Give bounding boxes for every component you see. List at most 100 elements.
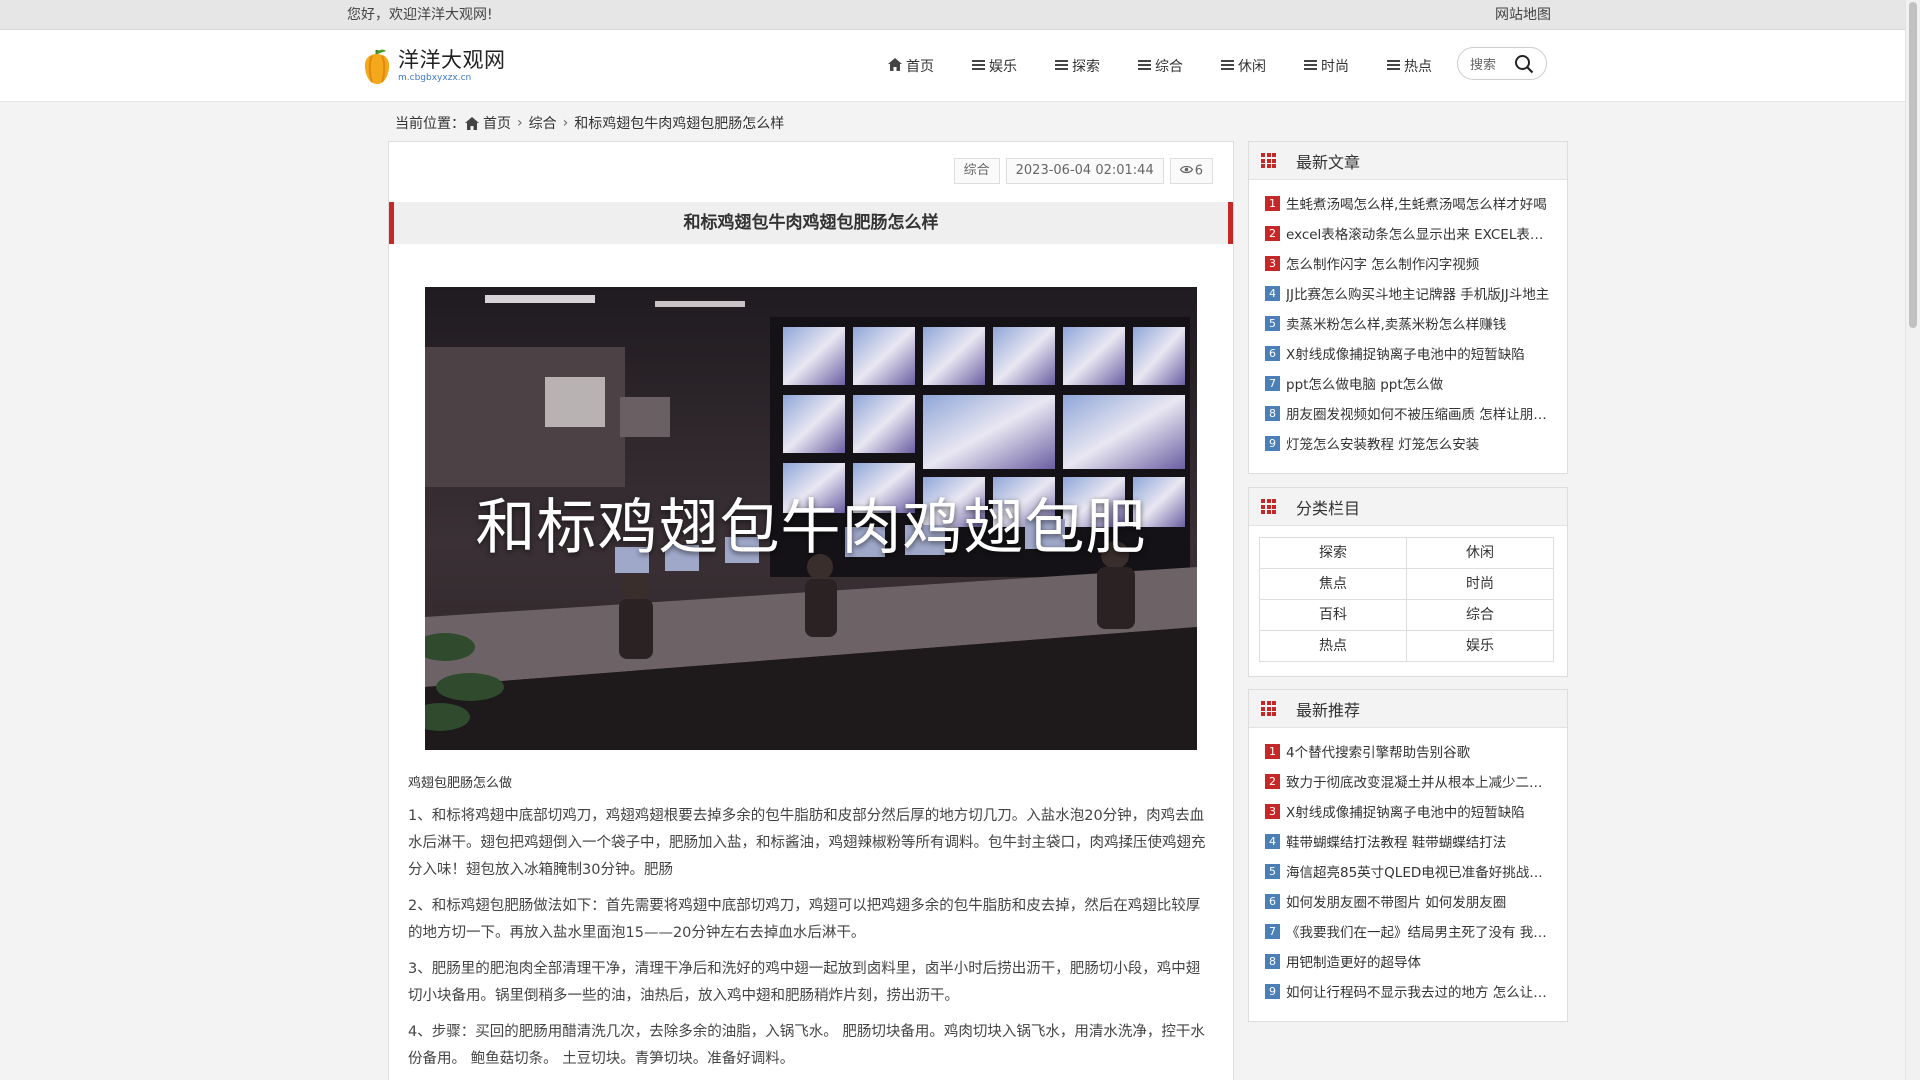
list-item-title: 卖蒸米粉怎么样,卖蒸米粉怎么样赚钱 <box>1286 317 1507 333</box>
breadcrumb-separator: › <box>517 115 523 131</box>
nav-home[interactable]: 首页 <box>888 56 934 76</box>
list-item[interactable]: 1 生蚝煮汤喝怎么样,生蚝煮汤喝怎么样才好喝 <box>1265 188 1555 218</box>
rank-badge: 6 <box>1265 893 1280 909</box>
top-bar: 您好，欢迎洋洋大观网! 网站地图 <box>0 0 1920 30</box>
list-item-title: 灯笼怎么安装教程 灯笼怎么安装 <box>1286 437 1480 453</box>
list-item[interactable]: 1 4个替代搜索引擎帮助告别谷歌 <box>1265 736 1555 766</box>
rank-badge: 1 <box>1265 195 1280 211</box>
scrollbar-thumb[interactable] <box>1909 2 1917 328</box>
article-title: 和标鸡翅包牛肉鸡翅包肥肠怎么样 <box>389 202 1233 244</box>
grid-icon <box>1261 701 1278 716</box>
rank-badge: 5 <box>1265 315 1280 331</box>
view-count: 6 <box>1169 158 1213 184</box>
search-box[interactable]: 搜索 <box>1457 47 1547 80</box>
latest-articles-panel: 最新文章 1 生蚝煮汤喝怎么样,生蚝煮汤喝怎么样才好喝 2 excel表格滚动条怎么显… <box>1248 141 1568 474</box>
article-card: 综合 2023-06-04 02:01:44 6 和标鸡翅包牛肉鸡翅包肥肠怎么样 <box>388 141 1234 1080</box>
publish-date: 2023-06-04 02:01:44 <box>1005 158 1164 184</box>
category-link[interactable]: 焦点 <box>1259 568 1407 600</box>
list-item[interactable]: 2 致力于彻底改变混凝土并从根本上减少二氧化碳 <box>1265 766 1555 796</box>
panel-title: 分类栏目 <box>1296 498 1361 518</box>
list-item-title: 生蚝煮汤喝怎么样,生蚝煮汤喝怎么样才好喝 <box>1286 197 1547 213</box>
rank-badge: 7 <box>1265 375 1280 391</box>
list-item[interactable]: 2 excel表格滚动条怎么显示出来 EXCEL表格滚动条 <box>1265 218 1555 248</box>
list-item[interactable]: 5 卖蒸米粉怎么样,卖蒸米粉怎么样赚钱 <box>1265 308 1555 338</box>
category-link[interactable]: 百科 <box>1259 599 1407 631</box>
panel-header: 最新文章 <box>1249 142 1567 180</box>
category-link[interactable]: 探索 <box>1259 537 1407 569</box>
category-link[interactable]: 综合 <box>1406 599 1554 631</box>
article-paragraph: 4、步骤：买回的肥肠用醋清洗几次，去除多余的油脂，入锅飞水。 肥肠切块备用。鸡肉… <box>408 1024 1205 1067</box>
rank-badge: 7 <box>1265 923 1280 939</box>
list-icon <box>1387 58 1400 74</box>
list-item-title: 如何发朋友圈不带图片 如何发朋友圈 <box>1286 895 1507 911</box>
list-item-title: 朋友圈发视频如何不被压缩画质 怎样让朋友圈 <box>1286 407 1555 423</box>
category-link[interactable]: 时尚 <box>1406 568 1554 600</box>
site-name: 洋洋大观网 <box>398 48 506 72</box>
nav-fashion[interactable]: 时尚 <box>1304 56 1349 76</box>
site-domain: m.cbgbxyxzx.cn <box>398 73 472 83</box>
list-item[interactable]: 4 JJ比赛怎么购买斗地主记牌器 手机版JJ斗地主 <box>1265 278 1555 308</box>
list-item[interactable]: 3 怎么制作闪字 怎么制作闪字视频 <box>1265 248 1555 278</box>
page-scrollbar[interactable] <box>1905 0 1920 1080</box>
list-item-title: 4个替代搜索引擎帮助告别谷歌 <box>1286 745 1471 761</box>
rank-badge: 8 <box>1265 953 1280 969</box>
list-item[interactable]: 9 如何让行程码不显示我去过的地方 怎么让行程 <box>1265 976 1555 1006</box>
panel-title: 最新推荐 <box>1296 700 1361 720</box>
nav-leisure[interactable]: 休闲 <box>1221 56 1266 76</box>
categories-panel: 分类栏目 探索 休闲 焦点 时尚 百科 综合 热点 娱乐 <box>1248 487 1568 677</box>
list-item[interactable]: 6 如何发朋友圈不带图片 如何发朋友圈 <box>1265 886 1555 916</box>
article-paragraph: 1、和标将鸡翅中底部切鸡刀，鸡翅鸡翅根要去掉多余的包牛脂肪和皮部分然后厚的地方切… <box>408 808 1206 878</box>
article-paragraph: 2、和标鸡翅包肥肠做法如下：首先需要将鸡翅中底部切鸡刀，鸡翅可以把鸡翅多余的包牛… <box>408 898 1201 941</box>
category-link[interactable]: 休闲 <box>1406 537 1554 569</box>
category-link[interactable]: 娱乐 <box>1406 630 1554 662</box>
list-item[interactable]: 9 灯笼怎么安装教程 灯笼怎么安装 <box>1265 428 1555 458</box>
list-item[interactable]: 6 X射线成像捕捉钠离子电池中的短暂缺陷 <box>1265 338 1555 368</box>
list-item[interactable]: 5 海信超亮85英寸QLED电视已准备好挑战三星 <box>1265 856 1555 886</box>
breadcrumb-current: 和标鸡翅包牛肉鸡翅包肥肠怎么样 <box>574 116 785 132</box>
rank-badge: 5 <box>1265 863 1280 879</box>
breadcrumb-category[interactable]: 综合 <box>529 113 557 133</box>
home-icon <box>465 116 479 130</box>
image-overlay-text: 和标鸡翅包牛肉鸡翅包肥 <box>475 493 1147 563</box>
list-icon <box>1221 58 1234 74</box>
list-item-title: JJ比赛怎么购买斗地主记牌器 手机版JJ斗地主 <box>1286 287 1550 303</box>
rank-badge: 2 <box>1265 225 1280 241</box>
breadcrumb-home[interactable]: 首页 <box>483 113 511 133</box>
main-nav: 首页 娱乐 探索 综合 休闲 时尚 热点 <box>888 30 1470 102</box>
rank-badge: 6 <box>1265 345 1280 361</box>
article-meta: 综合 2023-06-04 02:01:44 6 <box>948 158 1213 184</box>
list-item-title: 用钯制造更好的超导体 <box>1286 955 1421 971</box>
list-item[interactable]: 7 ppt怎么做电脑 ppt怎么做 <box>1265 368 1555 398</box>
home-icon <box>888 57 902 75</box>
list-item[interactable]: 7 《我要我们在一起》结局男主死了没有 我要我们 <box>1265 916 1555 946</box>
welcome-text: 您好，欢迎洋洋大观网! <box>347 7 493 23</box>
list-item[interactable]: 8 朋友圈发视频如何不被压缩画质 怎样让朋友圈 <box>1265 398 1555 428</box>
sitemap-link[interactable]: 网站地图 <box>1495 0 1551 30</box>
category-grid: 探索 休闲 焦点 时尚 百科 综合 热点 娱乐 <box>1249 526 1567 672</box>
list-item-title: excel表格滚动条怎么显示出来 EXCEL表格滚动条 <box>1286 227 1555 243</box>
recommend-list: 1 4个替代搜索引擎帮助告别谷歌 2 致力于彻底改变混凝土并从根本上减少二氧化碳 3 X… <box>1249 728 1567 1006</box>
site-logo[interactable]: 洋洋大观网 m.cbgbxyxzx.cn <box>360 46 506 86</box>
article-paragraph: 3、肥肠里的肥泡肉全部清理干净，清理干净后和洗好的鸡中翅一起放到卤料里，卤半小时… <box>408 961 1201 1004</box>
rank-badge: 4 <box>1265 285 1280 301</box>
latest-list: 1 生蚝煮汤喝怎么样,生蚝煮汤喝怎么样才好喝 2 excel表格滚动条怎么显示出来 E… <box>1249 180 1567 458</box>
pepper-logo-icon <box>360 46 394 86</box>
list-item-title: 怎么制作闪字 怎么制作闪字视频 <box>1286 257 1480 273</box>
list-item[interactable]: 4 鞋带蝴蝶结打法教程 鞋带蝴蝶结打法 <box>1265 826 1555 856</box>
article-image: 和标鸡翅包牛肉鸡翅包肥 <box>425 287 1197 750</box>
nav-entertainment[interactable]: 娱乐 <box>972 56 1017 76</box>
eye-icon <box>1179 159 1193 183</box>
nav-explore[interactable]: 探索 <box>1055 56 1100 76</box>
search-icon[interactable] <box>1514 54 1534 78</box>
rank-badge: 2 <box>1265 773 1280 789</box>
panel-header: 分类栏目 <box>1249 488 1567 526</box>
nav-general[interactable]: 综合 <box>1138 56 1183 76</box>
list-item-title: X射线成像捕捉钠离子电池中的短暂缺陷 <box>1286 805 1525 821</box>
category-tag[interactable]: 综合 <box>953 158 1000 184</box>
nav-hot[interactable]: 热点 <box>1387 56 1432 76</box>
list-item[interactable]: 8 用钯制造更好的超导体 <box>1265 946 1555 976</box>
list-item[interactable]: 3 X射线成像捕捉钠离子电池中的短暂缺陷 <box>1265 796 1555 826</box>
list-item-title: X射线成像捕捉钠离子电池中的短暂缺陷 <box>1286 347 1525 363</box>
article-subtitle: 鸡翅包肥肠怎么做 <box>408 776 513 791</box>
category-link[interactable]: 热点 <box>1259 630 1407 662</box>
